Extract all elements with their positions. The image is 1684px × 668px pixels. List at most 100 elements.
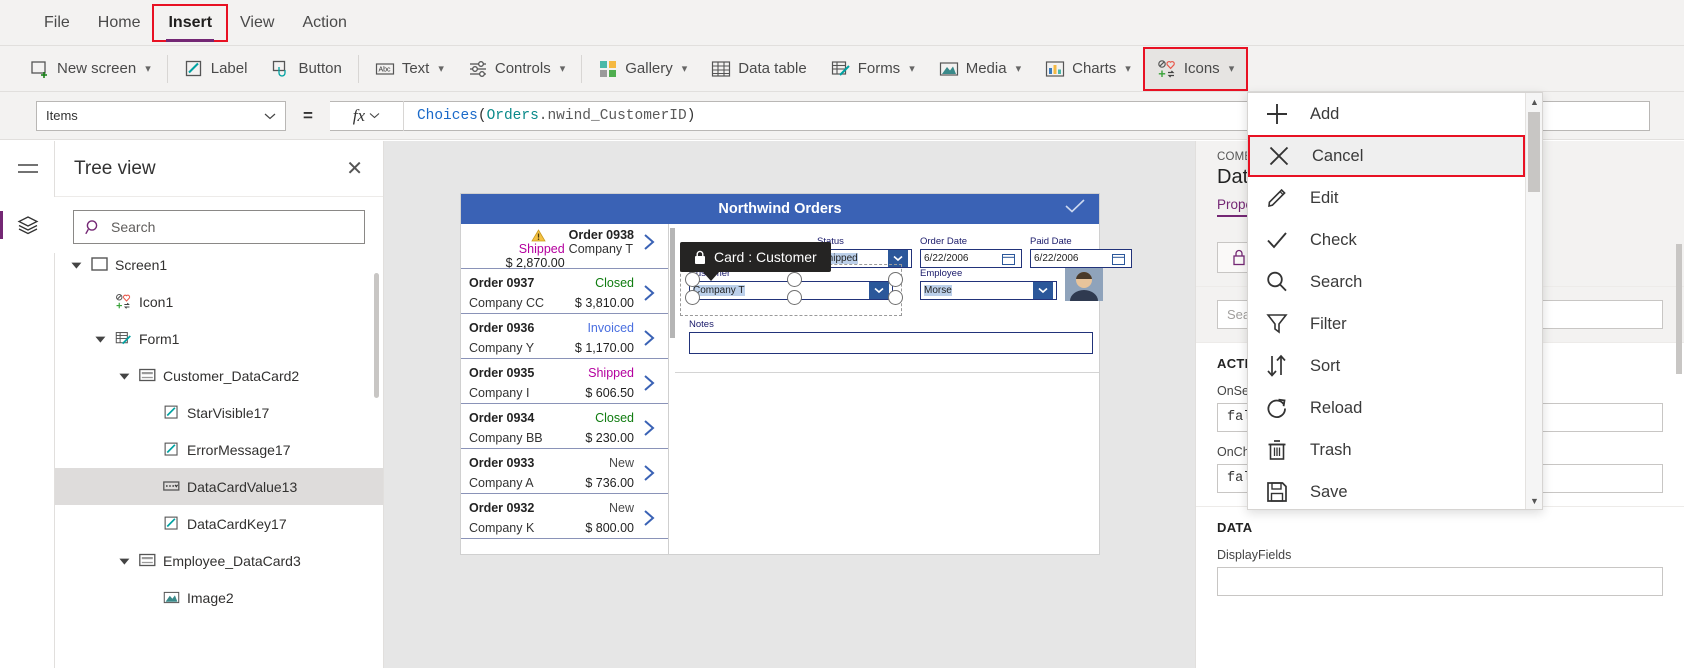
gallery-item[interactable]: Order 0937 Closed Company CC $ 3,810.00 [461,269,668,314]
scroll-up-icon[interactable]: ▲ [1526,93,1543,110]
scrollbar-thumb[interactable] [1528,112,1540,192]
tree-item-starvisible17[interactable]: StarVisible17 [55,394,383,431]
formula-text[interactable]: Choices(Orders.nwind_CustomerID) [404,108,695,124]
tree-item-employee_datacard3[interactable]: Employee_DataCard3 [55,542,383,579]
check-icon[interactable] [1065,199,1085,217]
menu-item-action[interactable]: Action [288,6,360,40]
gallery-item[interactable]: Order 0938 Shipped Company T $ 2,870.00 [461,224,668,270]
formula-token: ) [686,107,696,124]
icon-menu-item-check[interactable]: Check [1248,219,1525,261]
ribbon-button-gallery[interactable]: Gallery ▾ [586,49,699,89]
orders-gallery[interactable]: Order 0938 Shipped Company T $ 2,870.00 Orde… [461,224,669,554]
chevron-right-icon[interactable] [638,464,660,482]
company-name: Company I [469,386,530,400]
resize-handle-tc[interactable] [787,272,802,287]
ribbon-button-text[interactable]: Abc Text ▾ [363,49,456,89]
expand-caret-icon[interactable] [97,333,108,344]
close-icon[interactable]: ✕ [346,159,363,179]
chevron-right-icon[interactable] [638,374,660,392]
chevron-down-icon[interactable] [1033,282,1053,299]
forms-icon [115,330,132,347]
fx-button[interactable]: fx [330,100,404,131]
icons-menu-scrollbar[interactable]: ▲ ▼ [1525,93,1542,509]
menu-item-view[interactable]: View [226,6,288,40]
tree-scrollbar[interactable] [374,273,379,398]
tree-search-input[interactable]: Search [73,210,365,244]
resize-handle-tr[interactable] [888,272,903,287]
properties-scrollbar[interactable] [1676,244,1682,374]
employee-combobox[interactable]: Morse [920,281,1057,300]
calendar-icon[interactable] [1109,250,1128,267]
icon-menu-item-cancel[interactable]: Cancel [1248,135,1525,177]
ribbon-button-icons[interactable]: Icons ▾ [1142,46,1249,91]
tree-item-form1[interactable]: Form1 [55,320,383,357]
expand-caret-icon[interactable] [121,370,132,381]
tree-item-icon1[interactable]: Icon1 [55,283,383,320]
expand-caret-icon[interactable] [73,259,84,270]
menu-item-file[interactable]: File [30,6,84,40]
resize-handle-bc[interactable] [787,290,802,305]
ribbon-button-label[interactable]: Label [172,49,260,89]
scroll-down-icon[interactable]: ▼ [1526,492,1543,509]
card-tooltip: Card : Customer [680,242,831,281]
tree-item-errormessage17[interactable]: ErrorMessage17 [55,431,383,468]
gallery-item[interactable]: Order 0936 Invoiced Company Y $ 1,170.00 [461,314,668,359]
menu-item-home[interactable]: Home [84,6,155,40]
icon-menu-item-add[interactable]: Add [1248,93,1525,135]
app-canvas[interactable]: Northwind Orders Order 0938 Shipped Compan… [384,141,1195,668]
ribbon-button-new-screen[interactable]: New screen ▾ [18,49,163,89]
icon-menu-item-trash[interactable]: Trash [1248,429,1525,471]
company-name: Company T [568,242,634,256]
ribbon-button-media[interactable]: Media ▾ [927,49,1033,89]
icon-menu-item-filter[interactable]: Filter [1248,303,1525,345]
gallery-item[interactable]: Order 0934 Closed Company BB $ 230.00 [461,404,668,449]
notes-input[interactable] [689,332,1093,354]
tree-item-datacardkey17[interactable]: DataCardKey17 [55,505,383,542]
chevron-right-icon[interactable] [638,509,660,527]
ribbon-button-label: New screen [57,60,137,77]
chevron-down-icon: ▾ [1015,63,1022,75]
expand-caret-icon[interactable] [121,555,132,566]
hamburger-button[interactable] [0,141,55,197]
icon-menu-item-sort[interactable]: Sort [1248,345,1525,387]
ribbon-button-button[interactable]: Button [259,49,353,89]
lock-icon [695,250,705,264]
resize-handle-tl[interactable] [685,272,700,287]
tree-item-image2[interactable]: Image2 [55,579,383,616]
icon-menu-item-search[interactable]: Search [1248,261,1525,303]
icon-menu-item-reload[interactable]: Reload [1248,387,1525,429]
menu-item-insert[interactable]: Insert [152,3,229,42]
chevron-right-icon[interactable] [638,419,660,437]
property-selector[interactable]: Items [36,100,286,131]
icon-menu-item-edit[interactable]: Edit [1248,177,1525,219]
ribbon-button-forms[interactable]: Forms ▾ [819,49,927,89]
calendar-icon[interactable] [999,250,1018,267]
ribbon-button-data-table[interactable]: Data table [699,49,818,89]
search-icon [85,219,98,234]
icon-menu-item-save[interactable]: Save [1248,471,1525,509]
resize-handle-bl[interactable] [685,290,700,305]
ribbon-button-charts[interactable]: Charts ▾ [1033,49,1143,89]
tree-item-customer_datacard2[interactable]: Customer_DataCard2 [55,357,383,394]
ribbon-button-label: Media [965,60,1007,77]
ribbon-button-controls[interactable]: Controls ▾ [456,49,577,89]
chevron-right-icon[interactable] [638,233,660,251]
paid-date-input[interactable]: 6/22/2006 [1030,249,1132,268]
chevron-right-icon[interactable] [638,284,660,302]
company-name: Company K [469,521,535,535]
displayfields-input[interactable] [1217,567,1663,596]
tree-item-label: Form1 [139,330,180,347]
gallery-item[interactable]: Order 0935 Shipped Company I $ 606.50 [461,359,668,404]
gallery-item[interactable]: Order 0933 New Company A $ 736.00 [461,449,668,494]
tree-item-datacardvalue13[interactable]: DataCardValue13 [55,468,383,505]
warning-icon [531,228,546,241]
order-date-value: 6/22/2006 [924,253,969,264]
resize-handle-br[interactable] [888,290,903,305]
rail-item-tree-view[interactable] [0,197,55,253]
ribbon-button-label: Forms [857,60,901,77]
chevron-down-icon[interactable] [869,282,889,299]
gallery-item[interactable]: Order 0932 New Company K $ 800.00 [461,494,668,539]
chevron-right-icon[interactable] [638,329,660,347]
tree-item-screen1[interactable]: Screen1 [55,246,383,283]
order-date-input[interactable]: 6/22/2006 [920,249,1022,268]
